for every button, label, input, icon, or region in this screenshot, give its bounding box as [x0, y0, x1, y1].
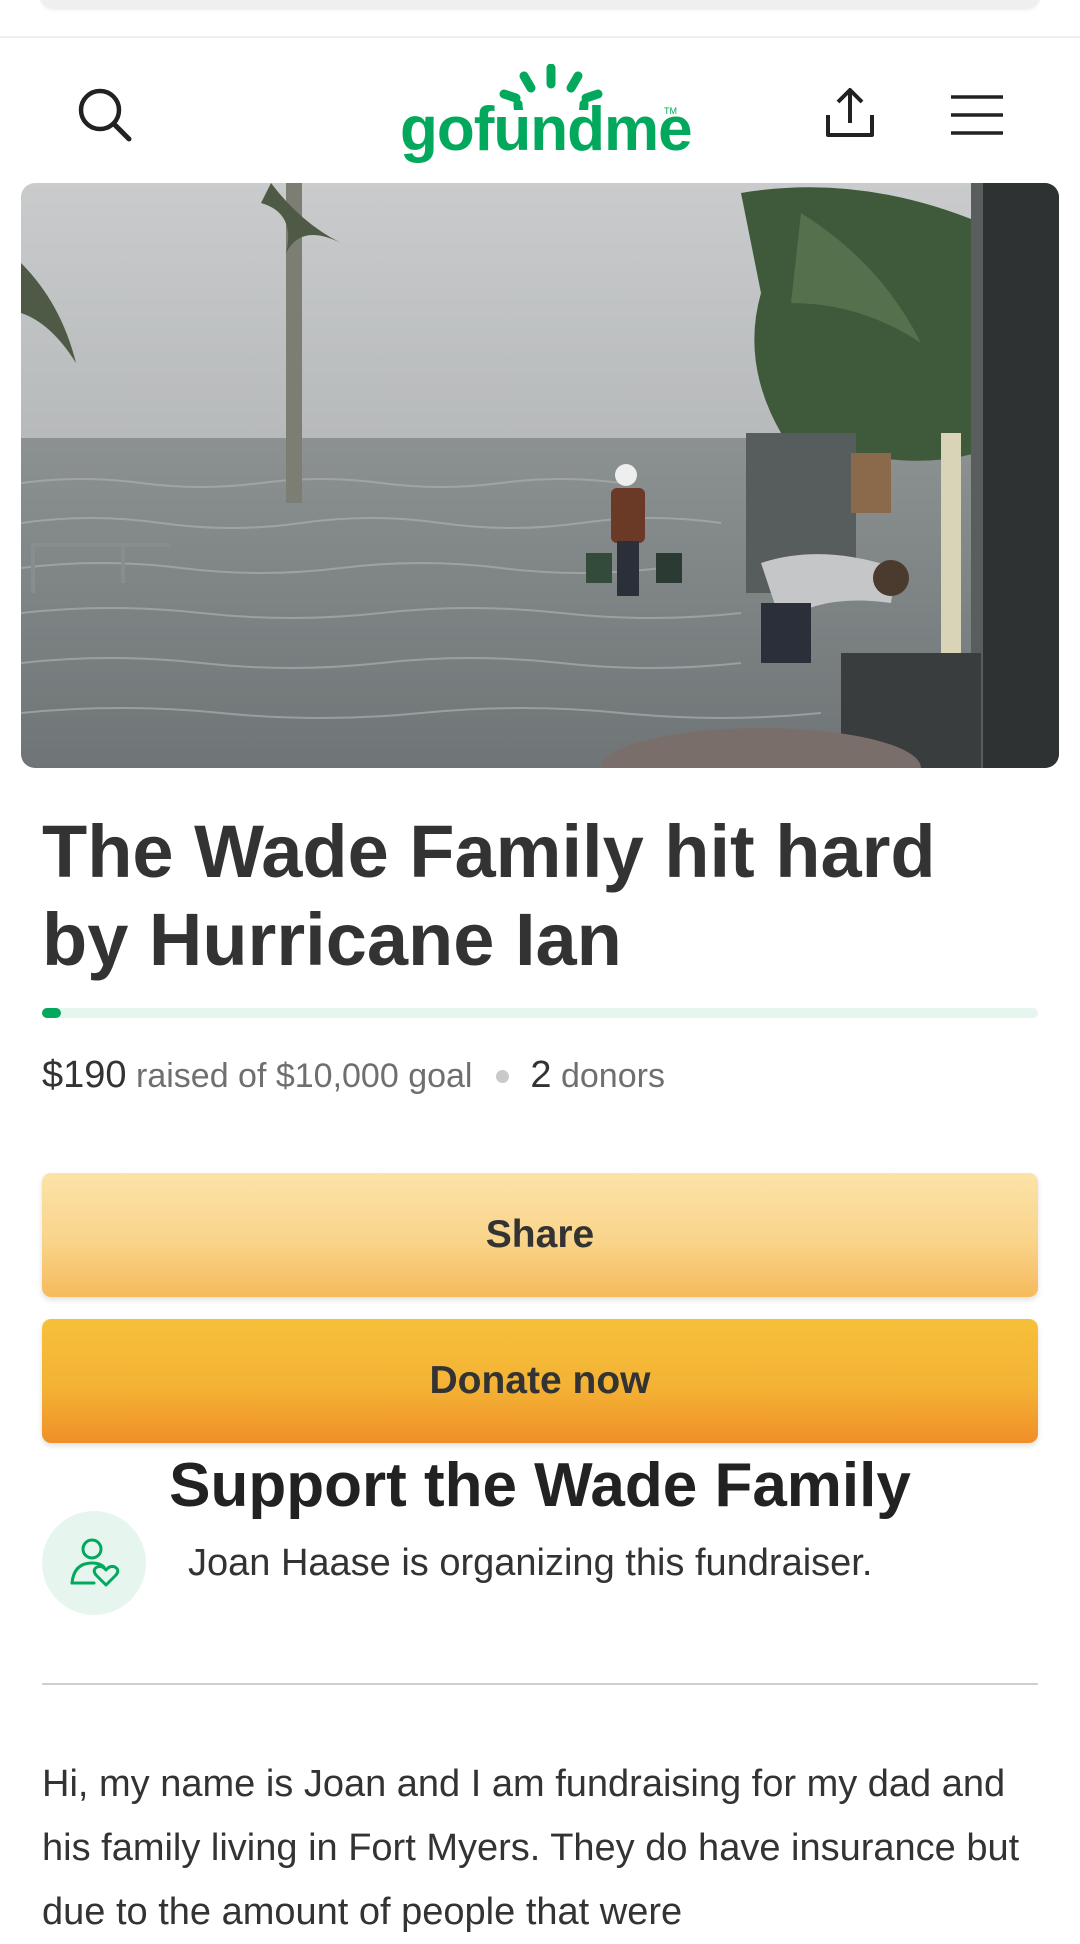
campaign-story: Hi, my name is Joan and I am fundraising… — [42, 1763, 1020, 1933]
site-header: gofundme TM — [0, 38, 1080, 182]
goal-text: raised of $10,000 goal — [136, 1057, 473, 1095]
logo-trademark: TM — [664, 106, 677, 116]
share-icon — [826, 88, 874, 137]
person-heart-icon — [70, 1538, 120, 1587]
donor-count: 2 — [530, 1054, 552, 1096]
separator-dot — [495, 1069, 509, 1083]
campaign-title: The Wade Family hit hard by Hurricane Ia… — [42, 810, 936, 981]
donation-progress-bar — [42, 1008, 1038, 1018]
gofundme-logo[interactable]: gofundme TM — [400, 64, 693, 164]
menu-button[interactable] — [942, 80, 1012, 150]
donate-now-button[interactable]: Donate now — [42, 1319, 1038, 1443]
share-button[interactable]: Share — [42, 1173, 1038, 1297]
search-icon — [78, 88, 132, 142]
amount-raised: $190 — [42, 1054, 127, 1096]
fundraising-stats: $190 raised of $10,000 goal 2 donors — [42, 1054, 1042, 1104]
logo-wordmark: gofundme — [400, 95, 693, 164]
header-share-button[interactable] — [815, 78, 885, 148]
organizer-text: Joan Haase is organizing this fundraiser… — [188, 1542, 873, 1584]
organizer-avatar — [42, 1511, 146, 1615]
flood-photo — [21, 183, 1059, 768]
support-heading: Support the Wade Family — [169, 1451, 911, 1520]
browser-top-strip — [0, 0, 1080, 38]
progress-fill — [42, 1008, 61, 1018]
menu-icon — [951, 95, 1003, 135]
search-button[interactable] — [70, 80, 140, 150]
donors-label: donors — [560, 1057, 665, 1095]
campaign-hero-image — [21, 183, 1059, 768]
address-bar-edge — [40, 0, 1040, 8]
section-divider — [42, 1683, 1038, 1685]
